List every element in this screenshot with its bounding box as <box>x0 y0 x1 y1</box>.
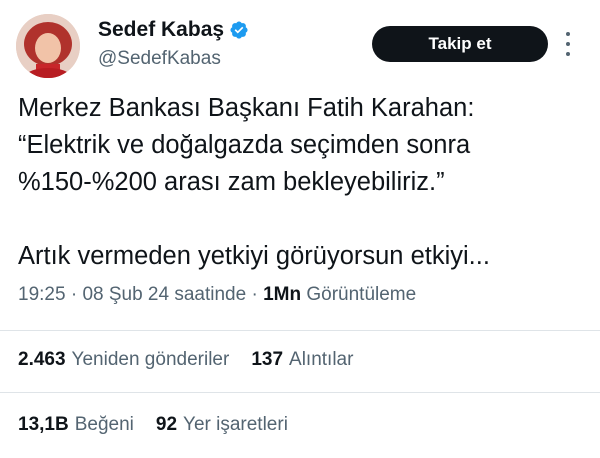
meta-separator: · <box>251 284 258 305</box>
stats-row-likes: 13,1B Beğeni 92 Yer işaretleri <box>18 414 310 436</box>
avatar[interactable] <box>16 14 80 78</box>
reposts-stat[interactable]: 2.463 Yeniden gönderiler <box>18 349 229 371</box>
views-label: Görüntüleme <box>306 284 417 305</box>
views-count: 1Mn <box>263 284 302 305</box>
likes-count: 13,1B <box>18 414 69 435</box>
profile-photo-icon <box>16 14 80 78</box>
more-vertical-icon[interactable] <box>562 32 574 56</box>
quotes-label: Alıntılar <box>289 349 354 370</box>
divider <box>0 330 600 331</box>
tweet-line: Artık vermeden yetkiyi görüyorsun etkiyi… <box>18 242 490 270</box>
tweet-date[interactable]: 08 Şub 24 saatinde <box>82 284 246 305</box>
likes-label: Beğeni <box>74 414 134 435</box>
meta-separator: · <box>70 284 78 305</box>
tweet-line: %150-%200 arası zam bekleyebiliriz.” <box>18 168 445 196</box>
tweet-line: “Elektrik ve doğalgazda seçimden sonra <box>18 131 471 159</box>
stats-row-reposts: 2.463 Yeniden gönderiler 137 Alıntılar <box>18 349 375 371</box>
divider <box>0 392 600 393</box>
tweet-line: Merkez Bankası Başkanı Fatih Karahan: <box>18 94 475 122</box>
follow-button[interactable]: Takip et <box>372 26 548 62</box>
tweet-meta: 19:25 · 08 Şub 24 saatinde · 1Mn Görüntü… <box>18 284 416 306</box>
tweet-time[interactable]: 19:25 <box>18 284 66 305</box>
tweet-line-spacer <box>18 201 593 238</box>
reposts-label: Yeniden gönderiler <box>71 349 230 370</box>
bookmarks-label: Yer işaretleri <box>183 414 288 435</box>
bookmarks-count: 92 <box>155 414 178 435</box>
bookmarks-stat[interactable]: 92 Yer işaretleri <box>156 414 288 436</box>
author-name[interactable]: Sedef Kabaş <box>98 18 224 42</box>
verified-badge-icon <box>229 20 249 40</box>
tweet-text: Merkez Bankası Başkanı Fatih Karahan: “E… <box>18 90 593 275</box>
likes-stat[interactable]: 13,1B Beğeni <box>18 414 134 436</box>
reposts-count: 2.463 <box>18 349 66 370</box>
author-name-row[interactable]: Sedef Kabaş <box>98 18 249 42</box>
author-handle[interactable]: @SedefKabas <box>98 48 221 70</box>
quotes-count: 137 <box>251 349 284 370</box>
quotes-stat[interactable]: 137 Alıntılar <box>251 349 353 371</box>
